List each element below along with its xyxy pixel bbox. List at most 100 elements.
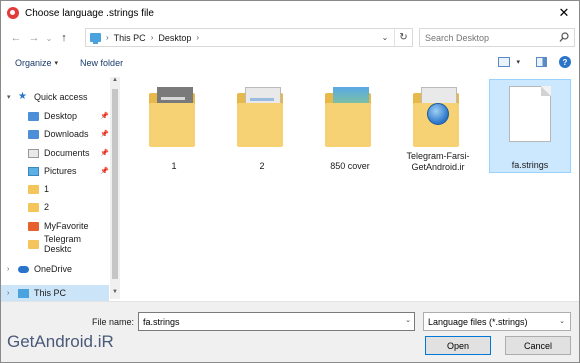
star-icon: ★ (18, 90, 27, 102)
this-pc-icon (90, 33, 101, 44)
breadcrumb-desktop[interactable]: Desktop (158, 33, 191, 43)
documents-icon (28, 148, 39, 158)
download-icon (28, 129, 39, 139)
folder-icon (319, 85, 381, 151)
organize-button[interactable]: Organize ▾ (15, 58, 58, 68)
file-item-folder-2[interactable]: 2 (221, 81, 303, 173)
pin-icon: 📌 (100, 150, 109, 157)
change-view-icon[interactable] (498, 57, 511, 67)
file-item-label: 2 (259, 161, 265, 171)
file-item-label: 1 (171, 161, 177, 171)
chevron-down-icon: ⌄ (559, 318, 565, 325)
sidebar-item-label: Documents (44, 148, 90, 158)
search-icon[interactable] (559, 32, 569, 43)
sidebar-item-documents[interactable]: Documents 📌 (1, 145, 109, 161)
breadcrumb-this-pc[interactable]: This PC (114, 33, 146, 43)
this-pc-icon (18, 288, 29, 298)
sidebar-item-onedrive[interactable]: › OneDrive (1, 261, 109, 277)
navigation-bar: ← → ⌄ ↑ › This PC › Desktop › ⌄ ↻ (1, 26, 579, 50)
file-name-label: File name: (92, 317, 135, 327)
sidebar-item-label: Telegram Desktc (44, 234, 82, 254)
sidebar-item-label: 2 (44, 202, 50, 212)
folder-icon (28, 184, 39, 194)
navigation-pane-scrollbar[interactable]: ▲ ▼ (110, 77, 120, 299)
scroll-down-icon[interactable]: ▼ (110, 289, 120, 299)
close-button[interactable]: ✕ (549, 1, 579, 25)
pictures-icon (28, 166, 39, 176)
desktop-folder-icon (28, 111, 39, 121)
sidebar-item-label: 1 (44, 184, 50, 194)
open-button[interactable]: Open (425, 336, 491, 355)
cancel-button[interactable]: Cancel (505, 336, 571, 355)
folder-icon (407, 85, 469, 147)
chevron-down-icon[interactable]: ⌄ (405, 316, 411, 324)
navigation-pane: ▾ ★ Quick access Desktop 📌 Downloads 📌 D… (1, 77, 121, 301)
sidebar-item-label: Downloads (44, 129, 89, 139)
scroll-up-icon[interactable]: ▲ (110, 77, 120, 87)
folder-icon (28, 202, 39, 212)
sidebar-item-label: MyFavorite (44, 221, 89, 231)
address-dropdown-icon[interactable]: ⌄ (378, 29, 392, 46)
view-options-dropdown-icon[interactable]: ▾ (516, 58, 520, 66)
pin-icon: 📌 (100, 168, 109, 175)
window-title: Choose language .strings file (25, 7, 154, 19)
up-button[interactable]: ↑ (55, 28, 73, 48)
file-type-select[interactable]: Language files (*.strings) ⌄ (423, 312, 571, 331)
file-name-combobox[interactable]: ⌄ (138, 312, 415, 331)
sidebar-item-label: Desktop (44, 111, 78, 121)
pin-icon: 📌 (100, 131, 109, 138)
pin-icon: 📌 (100, 113, 109, 120)
sidebar-item-2[interactable]: 2 (1, 199, 109, 215)
file-type-value: Language files (*.strings) (428, 316, 528, 327)
expand-icon[interactable]: › (7, 266, 15, 273)
globe-icon (427, 103, 449, 125)
back-button[interactable]: ← (7, 28, 25, 48)
file-icon (499, 84, 561, 150)
sidebar-item-1[interactable]: 1 (1, 181, 109, 197)
expand-icon[interactable]: ▾ (7, 93, 15, 101)
help-icon[interactable]: ? (559, 56, 571, 68)
file-dialog: Choose language .strings file ✕ ← → ⌄ ↑ … (0, 0, 580, 363)
file-item-label: fa.strings (511, 160, 549, 170)
title-bar: Choose language .strings file ✕ (1, 1, 579, 25)
file-item-fa-strings[interactable]: fa.strings (489, 79, 571, 173)
onedrive-icon (18, 265, 29, 273)
file-item-label: 850 cover (330, 161, 370, 171)
folder-icon (231, 85, 293, 151)
folder-icon (143, 85, 205, 151)
forward-button[interactable]: → (25, 28, 43, 48)
sidebar-item-pictures[interactable]: Pictures 📌 (1, 163, 109, 179)
file-item-label: Telegram-Farsi-GetAndroid.ir (406, 151, 470, 172)
file-list: 1 2 850 cover Telegram-Farsi-GetAndroid.… (123, 77, 579, 299)
file-item-folder-850-cover[interactable]: 850 cover (309, 81, 391, 173)
search-box[interactable] (419, 28, 575, 47)
file-item-folder-1[interactable]: 1 (133, 81, 215, 173)
sidebar-item-quick-access[interactable]: ▾ ★ Quick access (1, 89, 109, 105)
watermark-text: GetAndroid.iR (7, 332, 114, 351)
command-bar: Organize ▾ New folder ▾ ? (1, 52, 579, 74)
breadcrumb-separator[interactable]: › (196, 33, 199, 42)
recent-locations-button[interactable]: ⌄ (43, 28, 55, 48)
sidebar-item-label: Pictures (44, 166, 77, 176)
sidebar-item-this-pc[interactable]: › This PC (1, 285, 109, 301)
breadcrumb-separator: › (106, 33, 109, 42)
new-folder-button[interactable]: New folder (80, 58, 123, 68)
sidebar-item-downloads[interactable]: Downloads 📌 (1, 126, 109, 142)
breadcrumb-separator[interactable]: › (151, 33, 154, 42)
search-input[interactable] (425, 32, 553, 43)
chevron-down-icon: ▾ (54, 60, 59, 67)
scrollbar-thumb[interactable] (112, 89, 118, 279)
preview-pane-icon[interactable] (536, 57, 547, 67)
file-name-input[interactable] (143, 316, 393, 327)
expand-icon[interactable]: › (7, 290, 15, 297)
sidebar-item-myfavorite[interactable]: MyFavorite (1, 218, 109, 234)
sidebar-item-label: Quick access (34, 92, 88, 102)
file-item-folder-telegram-farsi[interactable]: Telegram-Farsi-GetAndroid.ir (397, 81, 479, 173)
address-bar[interactable]: › This PC › Desktop › ⌄ ↻ (85, 28, 413, 47)
folder-icon (28, 239, 39, 249)
sidebar-item-desktop[interactable]: Desktop 📌 (1, 108, 109, 124)
myfavorite-icon (28, 221, 39, 231)
sidebar-item-telegram-desktop[interactable]: Telegram Desktc (1, 234, 109, 254)
sidebar-item-label: OneDrive (34, 264, 73, 274)
refresh-button[interactable]: ↻ (394, 29, 412, 46)
